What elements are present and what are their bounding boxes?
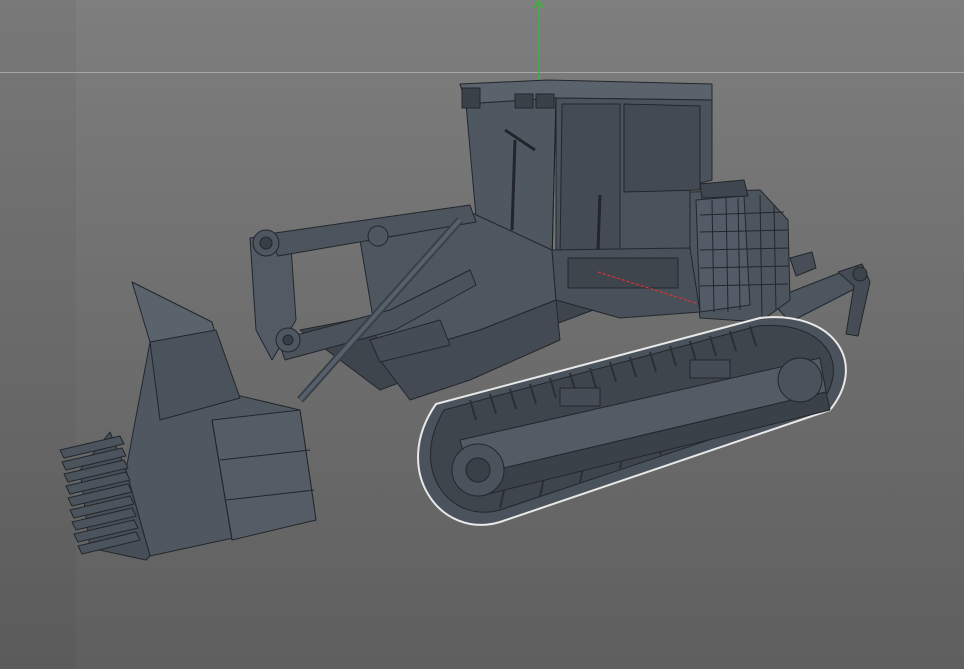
y-axis-gizmo[interactable] (533, 0, 545, 80)
engine-hood[interactable] (689, 179, 791, 323)
3d-viewport[interactable] (0, 0, 964, 669)
tracked-loader-model[interactable] (0, 0, 964, 669)
